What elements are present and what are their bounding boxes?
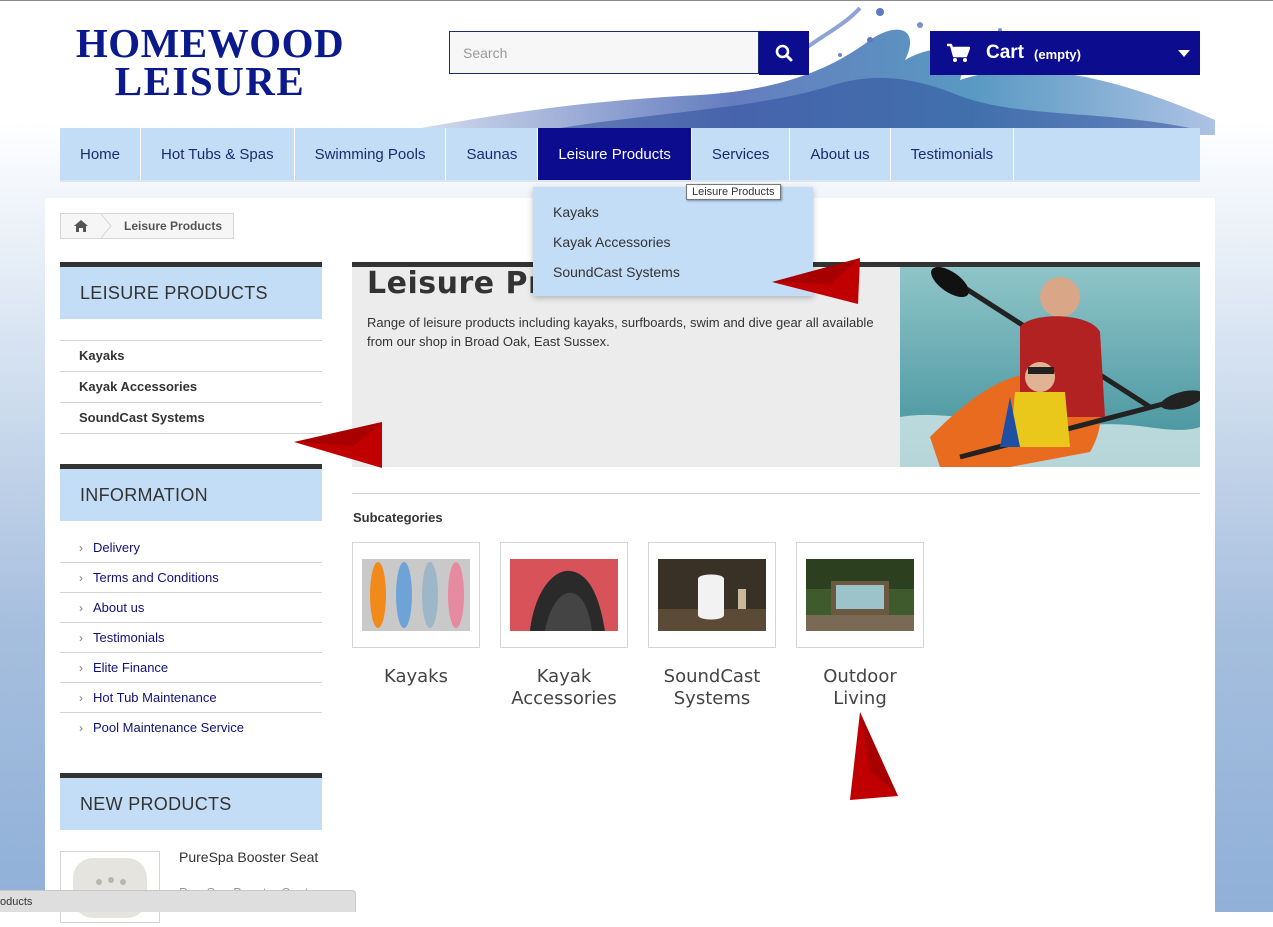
category-description: Range of leisure products including kaya… [367, 315, 874, 349]
subcategory-card-soundcast-systems: SoundCast Systems [648, 542, 776, 710]
subcategory-name-outdoor-living[interactable]: Outdoor Living [796, 666, 924, 710]
new-product-name[interactable]: PureSpa Booster Seat [179, 848, 319, 866]
categories-block-title: LEISURE PRODUCTS [60, 262, 322, 319]
nav-tooltip: Leisure Products [686, 184, 781, 200]
nav-item-home[interactable]: Home [60, 128, 142, 180]
nav-item-testimonials[interactable]: Testimonials [891, 128, 1015, 180]
breadcrumb: Leisure Products [60, 213, 234, 239]
nav-item-hot-tubs-spas[interactable]: Hot Tubs & Spas [141, 128, 295, 180]
dropdown-item-kayak-accessories[interactable]: Kayak Accessories [533, 227, 813, 257]
chevron-right-icon: › [79, 721, 83, 735]
chevron-right-icon: › [79, 691, 83, 705]
subcategory-card-kayak-accessories: Kayak Accessories [500, 542, 628, 710]
annotation-arrow-dropdown [772, 258, 860, 304]
home-icon [74, 220, 88, 232]
cart-status: (empty) [1034, 47, 1081, 62]
information-list: › Delivery › Terms and Conditions › About u… [60, 533, 322, 742]
subcategory-thumbnail-kayak-accessories[interactable] [500, 542, 628, 648]
info-link-about-us[interactable]: › About us [60, 593, 322, 623]
search-input[interactable] [449, 31, 759, 74]
breadcrumb-separator-icon [101, 214, 112, 238]
nav-item-saunas[interactable]: Saunas [446, 128, 539, 180]
breadcrumb-current: Leisure Products [124, 219, 223, 233]
subcategories-heading: Subcategories [353, 510, 443, 525]
annotation-arrow-sidebar [294, 422, 382, 468]
subcategory-thumbnail-kayaks[interactable] [352, 542, 480, 648]
new-products-block-title: NEW PRODUCTS [60, 773, 322, 830]
info-link-delivery[interactable]: › Delivery [60, 533, 322, 563]
cart-label: Cart [986, 42, 1025, 63]
chevron-right-icon: › [79, 631, 83, 645]
subcategory-card-outdoor-living: Outdoor Living [796, 542, 924, 710]
nav-item-leisure-products[interactable]: Leisure Products [538, 128, 692, 180]
search-icon [775, 44, 793, 62]
info-link-pool-maintenance[interactable]: › Pool Maintenance Service [60, 713, 322, 742]
section-divider [352, 493, 1200, 494]
kayak-photo [900, 267, 1200, 467]
info-link-terms[interactable]: › Terms and Conditions [60, 563, 322, 593]
new-product-thumbnail[interactable] [60, 851, 160, 923]
logo-line-2: LEISURE [114, 58, 306, 104]
category-item-kayaks[interactable]: Kayaks [60, 340, 322, 371]
category-item-soundcast-systems[interactable]: SoundCast Systems [60, 402, 322, 434]
subcategory-thumbnail-soundcast-systems[interactable] [648, 542, 776, 648]
nav-item-services[interactable]: Services [692, 128, 791, 180]
category-item-kayak-accessories[interactable]: Kayak Accessories [60, 371, 322, 402]
main-nav: Home Hot Tubs & Spas Swimming Pools Saun… [60, 128, 1200, 182]
information-block-title: INFORMATION [60, 464, 322, 521]
info-link-hot-tub-maintenance[interactable]: › Hot Tub Maintenance [60, 683, 322, 713]
info-link-testimonials[interactable]: › Testimonials [60, 623, 322, 653]
nav-item-about-us[interactable]: About us [790, 128, 891, 180]
subcategory-name-kayaks[interactable]: Kayaks [352, 666, 480, 688]
info-link-elite-finance[interactable]: › Elite Finance [60, 653, 322, 683]
chevron-right-icon: › [79, 571, 83, 585]
logo-line-1: HOMEWOOD [75, 20, 345, 66]
nav-item-swimming-pools[interactable]: Swimming Pools [295, 128, 447, 180]
subcategory-name-kayak-accessories[interactable]: Kayak Accessories [500, 666, 628, 710]
cart-button[interactable]: Cart (empty) [930, 31, 1200, 75]
category-list: Kayaks Kayak Accessories SoundCast Syste… [60, 340, 322, 434]
annotation-arrow-outdoor-living [850, 712, 898, 800]
dropdown-item-kayaks[interactable]: Kayaks [533, 197, 813, 227]
shopping-cart-icon [946, 43, 970, 63]
breadcrumb-home[interactable] [61, 214, 102, 238]
subcategory-thumbnail-outdoor-living[interactable] [796, 542, 924, 648]
subcategory-name-soundcast-systems[interactable]: SoundCast Systems [648, 666, 776, 710]
chevron-right-icon: › [79, 601, 83, 615]
chevron-right-icon: › [79, 541, 83, 555]
chevron-down-icon[interactable] [1178, 50, 1190, 57]
browser-status-bar: oducts [0, 890, 356, 912]
search-button[interactable] [759, 31, 809, 75]
chevron-right-icon: › [79, 661, 83, 675]
logo[interactable]: HOMEWOOD LEISURE [60, 20, 360, 104]
subcategory-card-kayaks: Kayaks [352, 542, 480, 688]
